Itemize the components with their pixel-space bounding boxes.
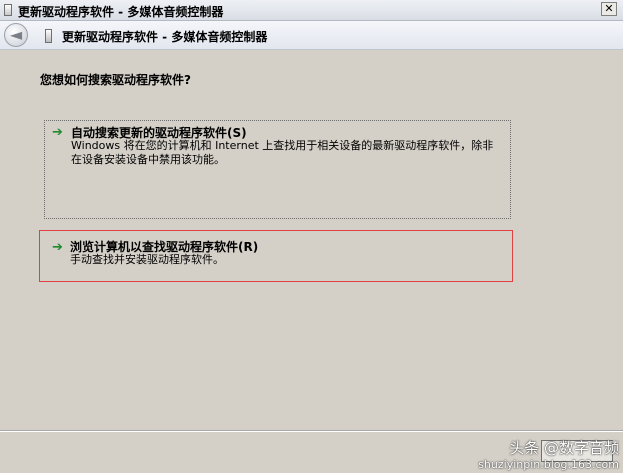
option-description: Windows 将在您的计算机和 Internet 上查找用于相关设备的最新驱动…	[71, 139, 494, 166]
page-question: 您想如何搜索驱动程序软件?	[40, 73, 191, 87]
title-bar: 更新驱动程序软件 - 多媒体音频控制器 ✕	[0, 0, 623, 21]
window-title: 更新驱动程序软件 - 多媒体音频控制器	[18, 5, 224, 19]
option-description: 手动查找并安装驱动程序软件。	[70, 253, 224, 266]
close-button[interactable]: ✕	[601, 2, 617, 16]
device-icon	[4, 4, 12, 16]
option-auto-search[interactable]: ➔ 自动搜索更新的驱动程序软件(S) Windows 将在您的计算机和 Inte…	[44, 120, 511, 219]
option-browse-computer[interactable]: ➔ 浏览计算机以查找驱动程序软件(R) 手动查找并安装驱动程序软件。	[39, 230, 513, 282]
back-button[interactable]: ◄	[4, 23, 28, 47]
footer-divider	[0, 430, 623, 432]
green-arrow-icon: ➔	[52, 240, 63, 255]
watermark: 头条 @数字音频 shuziyinpin.blog.163.com	[478, 437, 619, 471]
device-icon	[45, 29, 52, 43]
wizard-title: 更新驱动程序软件 - 多媒体音频控制器	[62, 30, 268, 44]
watermark-title: 头条 @数字音频	[509, 439, 619, 457]
watermark-url: shuziyinpin.blog.163.com	[478, 458, 619, 471]
green-arrow-icon: ➔	[52, 125, 63, 140]
